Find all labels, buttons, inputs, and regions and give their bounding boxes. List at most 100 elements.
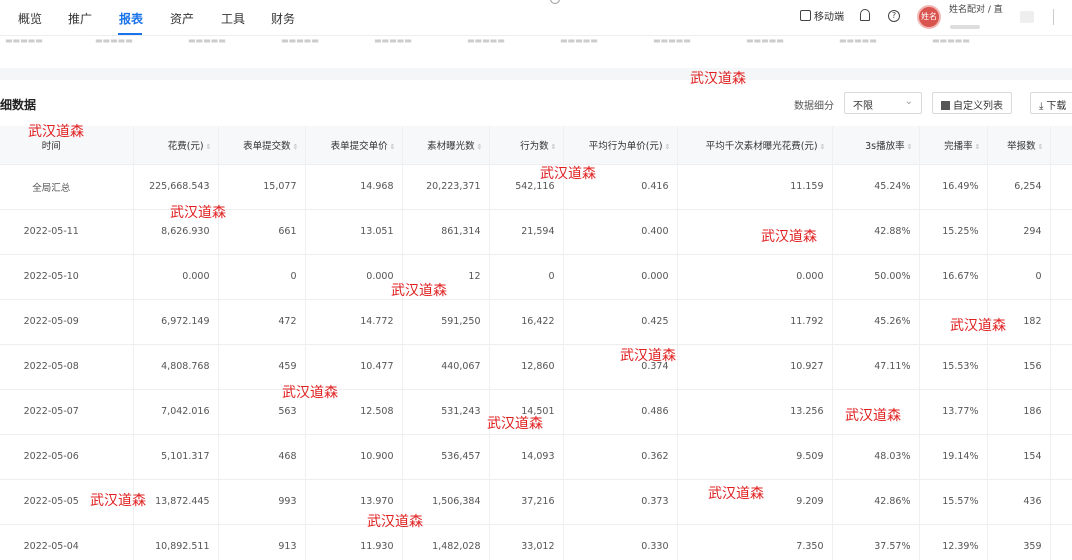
table-cell: 468 (218, 434, 306, 480)
col-header-actions[interactable]: 行为数 ⇕ (489, 126, 564, 165)
table-cell: 10.477 (305, 344, 403, 390)
table-cell (832, 389, 920, 435)
table-cell: 154 (987, 434, 1051, 480)
section-title-text: 详细数据 (0, 98, 37, 112)
table-cell: 563 (218, 389, 306, 435)
table-cell: 16.67% (919, 254, 988, 300)
table-cell: 10.927 (677, 344, 833, 390)
col-header-reports[interactable]: 举报数 ⇕ (987, 126, 1051, 165)
row-date-cell: 2022-05-11 (0, 209, 134, 255)
columns-icon (941, 101, 950, 110)
breakdown-select[interactable]: 不限 ⌄ (844, 92, 922, 114)
table-cell: 459 (218, 344, 306, 390)
table-cell: 5,101.317 (133, 434, 219, 480)
custom-columns-button[interactable]: 自定义列表 (932, 92, 1012, 114)
table-cell: 0.000 (563, 254, 678, 300)
minimize-button[interactable] (1020, 11, 1034, 23)
nav-reports[interactable]: 报表 (119, 10, 143, 27)
table-cell: 12 (402, 254, 490, 300)
username-text: 姓名配对 / 直 (949, 5, 1003, 15)
nav-overview[interactable]: 概览 (18, 10, 42, 27)
sort-icon: ⇕ (1037, 142, 1044, 151)
table-cell: 225,668.543 (133, 164, 219, 210)
table-cell: 0.330 (563, 524, 678, 560)
col-header-impressions[interactable]: 素材曝光数 ⇕ (402, 126, 490, 165)
row-date-cell: 2022-05-07 (0, 389, 134, 435)
nav-promotion[interactable]: 推广 (68, 10, 92, 27)
table-cell (1050, 479, 1072, 525)
help-icon[interactable]: ? (888, 10, 900, 22)
row-date-cell: 全局汇总 (0, 164, 134, 210)
table-cell: 661 (218, 209, 306, 255)
table-cell (1050, 389, 1072, 435)
table-cell: 11.159 (677, 164, 833, 210)
table-row: 2022-05-04 10,892.511 913 11.930 1,482,028 33… (0, 524, 1072, 560)
table-cell: 0.374 (563, 344, 678, 390)
table-cell: 15.57% (919, 479, 988, 525)
table-cell: 11.930 (305, 524, 403, 560)
username[interactable]: 姓名配对 / 直 (949, 5, 1009, 16)
table-cell: 913 (218, 524, 306, 560)
table-cell: 20,223,371 (402, 164, 490, 210)
table-cell: 0 (218, 254, 306, 300)
blurred-text (950, 25, 980, 29)
table-cell: 50.00% (832, 254, 920, 300)
filter-label: 数据细分 (794, 101, 834, 112)
table-cell: 156 (987, 344, 1051, 390)
sort-icon: ⇕ (389, 142, 396, 151)
table-cell: 294 (987, 209, 1051, 255)
nav-tools[interactable]: 工具 (221, 10, 245, 27)
col-header-form-submits[interactable]: 表单提交数 ⇕ (218, 126, 306, 165)
col-header-completion-rate[interactable]: 完播率 ⇕ (919, 126, 988, 165)
nav-assets[interactable]: 资产 (170, 10, 194, 27)
nav-finance[interactable]: 财务 (271, 10, 295, 27)
table-cell: 1,506,384 (402, 479, 490, 525)
table-cell (1050, 434, 1072, 480)
table-cell: 536,457 (402, 434, 490, 480)
col-header-avg-action-price[interactable]: 平均行为单价(元) ⇕ (563, 126, 678, 165)
col-header-3s-play-rate[interactable]: 3s播放率 ⇕ (832, 126, 920, 165)
table-header-row: 时间 花费(元) ⇕ 表单提交数 ⇕ 表单提交单价 ⇕ 素材曝光数 ⇕ 行为数 ⇕ 平均行… (0, 126, 1072, 165)
mobile-icon (800, 10, 811, 21)
download-label: 下载 (1046, 101, 1067, 112)
bell-icon[interactable] (860, 9, 870, 21)
sort-icon: ⇕ (550, 142, 557, 151)
table-cell: 12,860 (489, 344, 564, 390)
section-title: 详细数据 (0, 96, 36, 113)
table-cell: 19.14% (919, 434, 988, 480)
table-cell: 7.350 (677, 524, 833, 560)
table-cell: 6,254 (987, 164, 1051, 210)
download-button[interactable]: ⤓ 下载 (1030, 92, 1072, 114)
table-cell: 14,093 (489, 434, 564, 480)
col-header-cpm[interactable]: 平均千次素材曝光花费(元) ⇕ (677, 126, 833, 165)
table-row: 2022-05-05 13,872.445 993 13.970 1,506,384 37… (0, 479, 1072, 525)
table-cell: 37.57% (832, 524, 920, 560)
table-cell: 0.000 (133, 254, 219, 300)
active-tab-indicator (118, 33, 142, 35)
table-cell (677, 209, 833, 255)
download-icon: ⤓ (1039, 101, 1044, 112)
col-header-form-unit-price[interactable]: 表单提交单价 ⇕ (305, 126, 403, 165)
mobile-link[interactable]: 移动端 (800, 8, 844, 23)
table-cell: 16,422 (489, 299, 564, 345)
sort-icon: ⇕ (476, 142, 483, 151)
col-header-cost[interactable]: 花费(元) ⇕ (133, 126, 219, 165)
table-cell: 21,594 (489, 209, 564, 255)
divider (1053, 9, 1054, 25)
table-cell: 591,250 (402, 299, 490, 345)
table-cell: 0.416 (563, 164, 678, 210)
date-range-strip: ▬▬▬▬▬ ▬▬▬▬▬ ▬▬▬▬▬ ▬▬▬▬▬ ▬▬▬▬▬ ▬▬▬▬▬ ▬▬▬▬… (5, 36, 970, 45)
row-date-cell: 2022-05-04 (0, 524, 134, 560)
table-cell: 4,808.768 (133, 344, 219, 390)
table-cell: 0.373 (563, 479, 678, 525)
table-cell: 0.425 (563, 299, 678, 345)
table-cell: 15,077 (218, 164, 306, 210)
table-cell: 9.209 (677, 479, 833, 525)
table-cell: 45.26% (832, 299, 920, 345)
report-table: 时间 花费(元) ⇕ 表单提交数 ⇕ 表单提交单价 ⇕ 素材曝光数 ⇕ 行为数 ⇕ 平均行… (0, 126, 1072, 560)
table-cell (919, 299, 988, 345)
avatar[interactable]: 姓名 (917, 5, 941, 29)
table-cell: 861,314 (402, 209, 490, 255)
table-cell: 182 (987, 299, 1051, 345)
table-cell: 13.051 (305, 209, 403, 255)
